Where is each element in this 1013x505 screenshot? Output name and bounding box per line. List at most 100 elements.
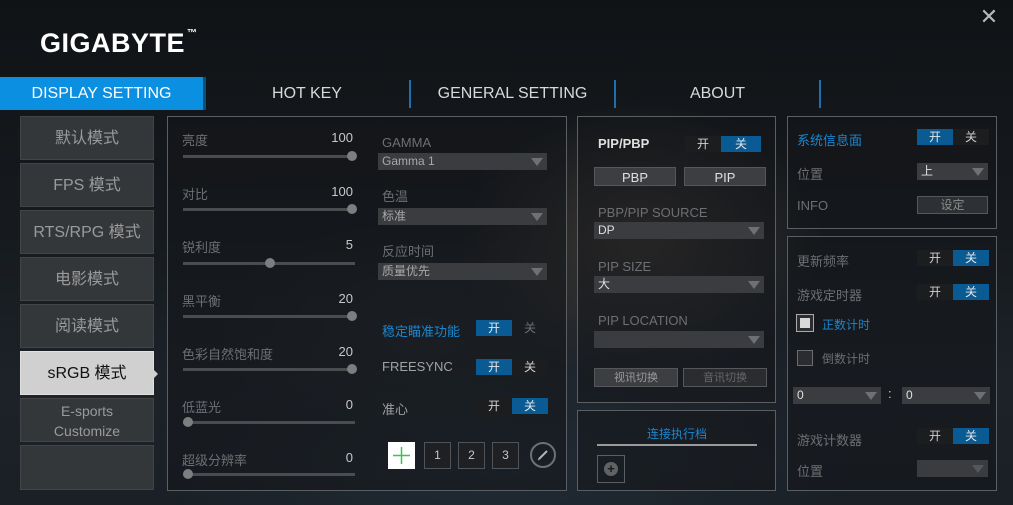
slider-knob[interactable] xyxy=(347,151,357,161)
toggle-on[interactable]: 开 xyxy=(476,320,512,336)
toggle-off[interactable]: 关 xyxy=(721,136,761,152)
game-counter-toggle[interactable]: 开 关 xyxy=(917,428,989,444)
toggle-off[interactable]: 关 xyxy=(953,250,989,266)
pencil-edit-icon[interactable] xyxy=(530,442,556,468)
slider-track[interactable] xyxy=(183,208,355,211)
chevron-down-icon xyxy=(972,168,984,176)
sidebar-item-esports-customize[interactable]: E-sports Customize xyxy=(20,398,154,442)
picture-settings-panel xyxy=(167,116,567,491)
slider-label: 锐利度 xyxy=(182,240,222,255)
game-timer-toggle[interactable]: 开 关 xyxy=(917,284,989,300)
pip-location-select[interactable] xyxy=(594,331,764,348)
count-up-checkbox[interactable] xyxy=(797,315,813,331)
game-assist-panel xyxy=(787,236,997,491)
slider-value: 0 xyxy=(345,397,353,412)
toggle-off[interactable]: 关 xyxy=(953,284,989,300)
dashboard-position-select[interactable]: 上 xyxy=(917,163,988,180)
link-executable-label[interactable]: 连接执行档 xyxy=(597,425,757,442)
slider-track[interactable] xyxy=(183,473,355,476)
sidebar-item-rts-rpg[interactable]: RTS/RPG 模式 xyxy=(20,210,154,254)
toggle-off[interactable]: 关 xyxy=(512,320,548,336)
pip-size-label: PIP SIZE xyxy=(598,259,652,274)
toggle-on[interactable]: 开 xyxy=(476,398,512,414)
time-colon: : xyxy=(888,386,892,401)
toggle-on[interactable]: 开 xyxy=(917,250,953,266)
game-timer-label: 游戏定时器 xyxy=(797,288,863,303)
slider-track[interactable] xyxy=(183,368,355,371)
crosshair-option-2[interactable]: 2 xyxy=(458,442,485,469)
audio-switch-button[interactable]: 音讯切换 xyxy=(683,368,767,387)
slider-label: 超级分辨率 xyxy=(182,453,248,468)
toggle-on[interactable]: 开 xyxy=(685,136,721,152)
slider-track[interactable] xyxy=(183,315,355,318)
toggle-off[interactable]: 关 xyxy=(953,428,989,444)
slider-knob[interactable] xyxy=(183,417,193,427)
sidebar-item-fps[interactable]: FPS 模式 xyxy=(20,163,154,207)
crosshair-toggle[interactable]: 开 关 xyxy=(476,398,548,414)
toggle-on[interactable]: 开 xyxy=(917,284,953,300)
response-time-select[interactable]: 质量优先 xyxy=(378,263,547,280)
sidebar-item-reader[interactable]: 阅读模式 xyxy=(20,304,154,348)
sidebar-item-standard[interactable]: 默认模式 xyxy=(20,116,154,160)
pip-source-select[interactable]: DP xyxy=(594,222,764,239)
color-temp-label: 色温 xyxy=(382,189,409,204)
freesync-toggle[interactable]: 开 关 xyxy=(476,359,548,375)
toggle-off[interactable]: 关 xyxy=(953,129,989,145)
crosshair-option-3[interactable]: 3 xyxy=(492,442,519,469)
slider-track[interactable] xyxy=(183,421,355,424)
toggle-on[interactable]: 开 xyxy=(917,428,953,444)
dashboard-position-label: 位置 xyxy=(797,167,824,182)
slider-knob[interactable] xyxy=(183,469,193,479)
count-down-label: 倒数计时 xyxy=(822,352,871,366)
video-switch-button[interactable]: 视讯切换 xyxy=(594,368,678,387)
crosshair-label: 准心 xyxy=(382,402,409,417)
color-temp-select[interactable]: 标准 xyxy=(378,208,547,225)
sidebar-item-movie[interactable]: 电影模式 xyxy=(20,257,154,301)
slider-knob[interactable] xyxy=(265,258,275,268)
sidebar-item-srgb[interactable]: sRGB 模式 xyxy=(20,351,154,395)
pip-button[interactable]: PIP xyxy=(684,167,766,186)
tab-divider xyxy=(819,80,821,108)
toggle-on[interactable]: 开 xyxy=(476,359,512,375)
chevron-down-icon xyxy=(531,268,543,276)
gamma-select[interactable]: Gamma 1 xyxy=(378,153,547,170)
tab-hot-key[interactable]: HOT KEY xyxy=(212,77,402,110)
tab-about[interactable]: ABOUT xyxy=(620,77,815,110)
slider-knob[interactable] xyxy=(347,364,357,374)
tab-general-setting[interactable]: GENERAL SETTING xyxy=(415,77,610,110)
gigabyte-logo: GIGABYTE ™ xyxy=(40,28,198,58)
seconds-select[interactable]: 0 xyxy=(902,387,990,404)
slider-label: 亮度 xyxy=(182,133,209,148)
counter-position-select[interactable] xyxy=(917,460,988,477)
crosshair-option-1[interactable]: 1 xyxy=(424,442,451,469)
pip-pbp-toggle[interactable]: 开 关 xyxy=(685,136,761,152)
slider-track[interactable] xyxy=(183,155,355,158)
slider-knob[interactable] xyxy=(347,311,357,321)
sidebar-item-empty[interactable] xyxy=(20,445,154,490)
pbp-button[interactable]: PBP xyxy=(594,167,676,186)
minutes-select[interactable]: 0 xyxy=(793,387,881,404)
close-icon[interactable]: ✕ xyxy=(979,6,999,28)
count-up-label: 正数计时 xyxy=(822,318,871,332)
aim-stabilizer-toggle[interactable]: 开 关 xyxy=(476,320,548,336)
add-button[interactable]: + xyxy=(597,455,625,483)
count-down-checkbox[interactable] xyxy=(797,350,813,366)
pip-size-select[interactable]: 大 xyxy=(594,276,764,293)
crosshair-icon[interactable] xyxy=(388,442,415,469)
slider-knob[interactable] xyxy=(347,204,357,214)
slider-value: 20 xyxy=(338,344,353,359)
info-settings-button[interactable]: 设定 xyxy=(917,196,988,214)
toggle-off[interactable]: 关 xyxy=(512,398,548,414)
game-counter-label: 游戏计数器 xyxy=(797,433,863,448)
slider-value: 100 xyxy=(331,130,353,145)
toggle-on[interactable]: 开 xyxy=(917,129,953,145)
refresh-rate-toggle[interactable]: 开 关 xyxy=(917,250,989,266)
tab-divider xyxy=(409,80,411,108)
dashboard-toggle[interactable]: 开 关 xyxy=(917,129,989,145)
slider-label: 低蓝光 xyxy=(182,400,222,415)
tab-display-setting[interactable]: DISPLAY SETTING xyxy=(0,77,206,110)
chevron-down-icon xyxy=(531,213,543,221)
chevron-down-icon xyxy=(748,336,760,344)
chevron-down-icon xyxy=(531,158,543,166)
toggle-off[interactable]: 关 xyxy=(512,359,548,375)
